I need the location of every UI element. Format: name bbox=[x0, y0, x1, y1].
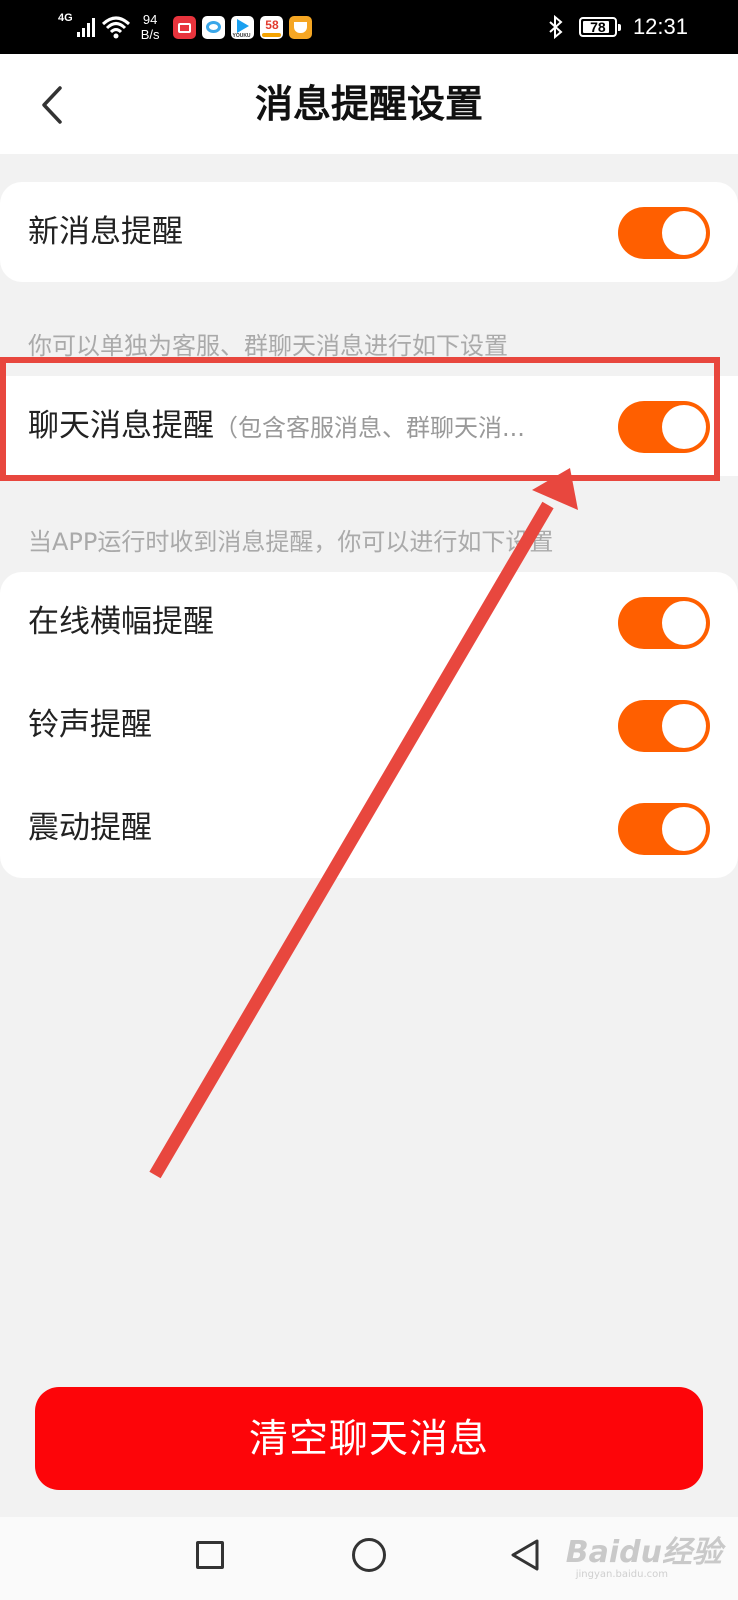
network-type: 4G bbox=[58, 12, 73, 24]
home-icon[interactable] bbox=[352, 1538, 386, 1572]
battery-level: 78 bbox=[590, 19, 606, 35]
toggle-knob bbox=[662, 405, 706, 449]
clear-chat-button[interactable]: 清空聊天消息 bbox=[35, 1387, 703, 1490]
vibration-row: 震动提醒 bbox=[0, 778, 738, 878]
banner-row: 在线横幅提醒 bbox=[0, 572, 738, 672]
youku-app-icon: YOUKU bbox=[231, 15, 255, 39]
hint-individual: 你可以单独为客服、群聊天消息进行如下设置 bbox=[28, 332, 508, 360]
page-title: 消息提醒设置 bbox=[254, 82, 483, 126]
mail-app-icon bbox=[289, 15, 313, 39]
recent-apps-icon[interactable] bbox=[196, 1541, 224, 1569]
status-right: 78 12:31 bbox=[549, 0, 688, 54]
hint-app-running: 当APP运行时收到消息提醒，你可以进行如下设置 bbox=[28, 528, 554, 556]
vibration-label: 震动提醒 bbox=[28, 810, 152, 846]
new-message-toggle[interactable] bbox=[618, 207, 710, 259]
new-message-label: 新消息提醒 bbox=[28, 214, 183, 250]
new-message-card: 新消息提醒 bbox=[0, 182, 738, 282]
toggle-knob bbox=[662, 807, 706, 851]
battery-icon: 78 bbox=[578, 17, 621, 37]
chat-message-label: 聊天消息提醒（包含客服消息、群聊天消... bbox=[28, 408, 525, 444]
chat-message-sublabel: （包含客服消息、群聊天消... bbox=[214, 414, 525, 442]
network-speed: 94 B/s bbox=[141, 12, 160, 42]
status-left: 4G 94 B/s YOUKU 58 bbox=[58, 0, 313, 54]
ringtone-row: 铃声提醒 bbox=[0, 675, 738, 775]
speed-value: 94 bbox=[142, 12, 158, 27]
toggle-knob bbox=[662, 601, 706, 645]
calendar-app-icon bbox=[173, 15, 197, 39]
nav-back-icon[interactable] bbox=[509, 1538, 541, 1572]
cloud-app-icon bbox=[202, 15, 226, 39]
baidu-watermark-url: jingyan.baidu.com bbox=[575, 1569, 668, 1580]
chat-message-row: 聊天消息提醒（包含客服消息、群聊天消... bbox=[0, 376, 738, 476]
status-bar: 4G 94 B/s YOUKU 58 78 12:31 bbox=[0, 0, 738, 54]
notification-icons: YOUKU 58 bbox=[173, 15, 313, 39]
baidu-watermark: Baidu经验 bbox=[565, 1535, 722, 1570]
clock: 12:31 bbox=[632, 14, 688, 39]
toggle-knob bbox=[662, 704, 706, 748]
navigation-bar: Baidu经验 jingyan.baidu.com bbox=[0, 1517, 738, 1600]
alert-options-card: 在线横幅提醒 铃声提醒 震动提醒 bbox=[0, 572, 738, 878]
bluetooth-icon bbox=[549, 15, 563, 39]
header: 消息提醒设置 bbox=[0, 54, 738, 154]
vibration-toggle[interactable] bbox=[618, 803, 710, 855]
wifi-icon bbox=[101, 16, 130, 39]
chat-message-toggle[interactable] bbox=[618, 401, 710, 453]
ringtone-label: 铃声提醒 bbox=[28, 707, 152, 743]
banner-label: 在线横幅提醒 bbox=[28, 604, 214, 640]
58-app-icon: 58 bbox=[260, 15, 284, 39]
banner-toggle[interactable] bbox=[618, 597, 710, 649]
toggle-knob bbox=[662, 211, 706, 255]
chat-message-card: 聊天消息提醒（包含客服消息、群聊天消... bbox=[0, 376, 738, 476]
signal-icon bbox=[76, 17, 95, 37]
new-message-row: 新消息提醒 bbox=[0, 182, 738, 282]
speed-unit: B/s bbox=[140, 27, 160, 42]
ringtone-toggle[interactable] bbox=[618, 700, 710, 752]
